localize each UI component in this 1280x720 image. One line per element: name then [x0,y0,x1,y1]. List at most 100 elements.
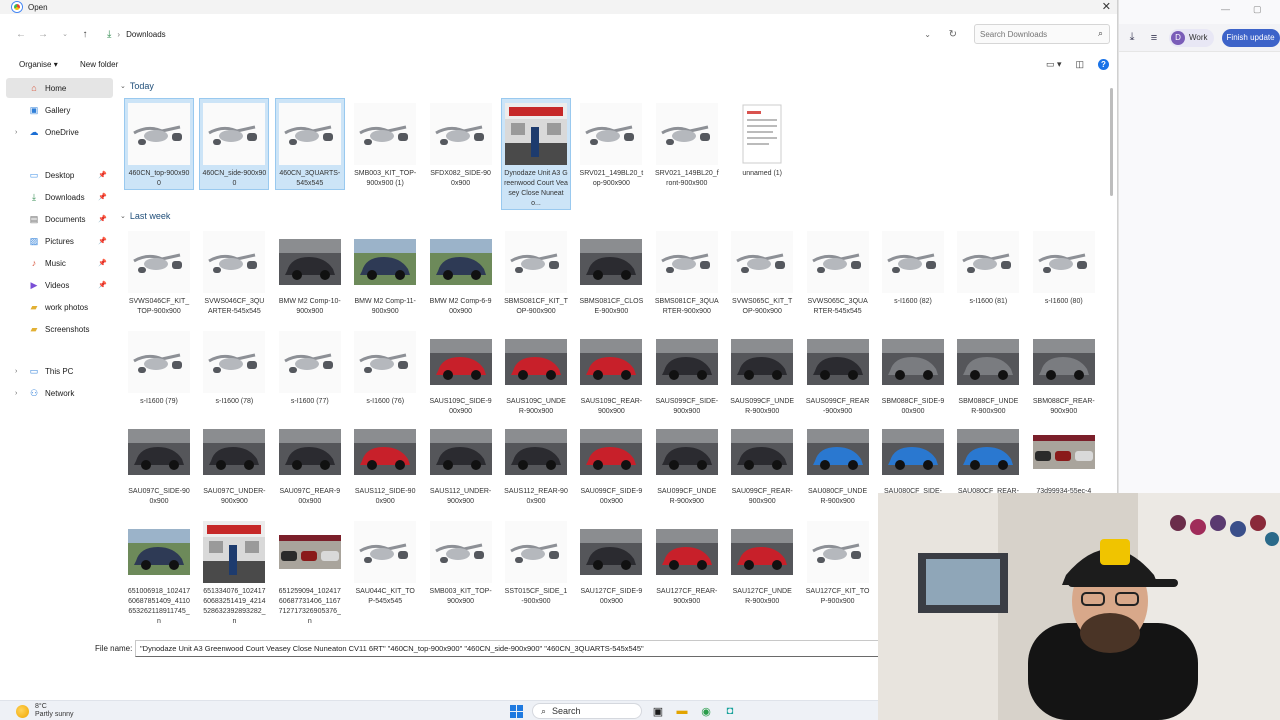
new-folder-button[interactable]: New folder [80,60,118,69]
file-tile-bmw-m2-comp-11-900x900[interactable]: BMW M2 Comp-11-900x900 [350,226,420,318]
file-tile-saus099cf-side-900x900[interactable]: SAUS099CF_SIDE-900x900 [652,326,722,418]
file-tile-sau127cf-kit-top-900x900[interactable]: SAU127CF_KIT_TOP-900x900 [803,516,873,608]
sidebar-item-desktop[interactable]: ▭ Desktop 📌 [6,165,113,185]
file-tile-smb003-kit-top-900x900-1[interactable]: SMB003_KIT_TOP-900x900 (1) [350,98,420,190]
sidebar-item-documents[interactable]: ▤ Documents 📌 [6,209,113,229]
pin-icon[interactable]: 📌 [98,281,107,289]
file-tile-sau080cf-rear[interactable]: SAU080CF_REAR- [953,416,1023,498]
file-tile-sfdx082-side-900x900[interactable]: SFDX082_SIDE-900x900 [426,98,496,190]
file-tile-651006918-10241760687851409-4110653262118911745-n[interactable]: 651006918_10241760687851409_411065326211… [124,516,194,628]
file-tile-saus112-under-900x900[interactable]: SAUS112_UNDER-900x900 [426,416,496,508]
back-arrow-icon[interactable]: ← [10,29,32,40]
sidebar-item-home[interactable]: ⌂ Home [6,78,113,98]
file-tile-sau099cf-rear-900x900[interactable]: SAU099CF_REAR-900x900 [727,416,797,508]
file-tile-s-i1600-76[interactable]: s-I1600 (76) [350,326,420,408]
collapse-chevron-icon[interactable]: ⌄ [120,82,126,90]
app-icon[interactable]: ◘ [722,703,738,719]
breadcrumb[interactable]: ⤓ › Downloads ⌄ ↻ [100,23,968,45]
profile-button[interactable]: D Work [1169,28,1214,47]
refresh-icon[interactable]: ↻ [949,29,957,40]
file-tile-s-i1600-77[interactable]: s-I1600 (77) [275,326,345,408]
file-tile-svws065c-kit-top-900x900[interactable]: SVWS065C_KIT_TOP-900x900 [727,226,797,318]
expand-chevron-icon[interactable]: › [15,129,17,136]
file-tile-s-i1600-79[interactable]: s-I1600 (79) [124,326,194,408]
file-tile-svws046cf-3quarter-545x545[interactable]: SVWS046CF_3QUARTER-545x545 [199,226,269,318]
file-tile-dynodaze-unit-a3-greenwood-court-veasey-close-nuneato[interactable]: Dynodaze Unit A3 Greenwood Court Veasey … [501,98,571,210]
sidebar-item-network[interactable]: › ⚇ Network [6,383,113,403]
file-tile-srv021-149bl20-front-900x900[interactable]: SRV021_149BL20_front-900x900 [652,98,722,190]
file-tile-sau097c-side-900x900[interactable]: SAU097C_SIDE-900x900 [124,416,194,508]
file-tile-saus112-rear-900x900[interactable]: SAUS112_REAR-900x900 [501,416,571,508]
file-tile-sau044c-kit-top-545x545[interactable]: SAU044C_KIT_TOP-545x545 [350,516,420,608]
finish-update-button[interactable]: Finish update [1221,28,1280,47]
file-tile-s-i1600-82[interactable]: s-I1600 (82) [878,226,948,308]
downloads-icon[interactable]: ⤓ [1125,31,1139,45]
recent-chevron-icon[interactable]: ⌄ [54,30,76,38]
taskbar-search[interactable]: ⌕ Search [532,703,642,719]
breadcrumb-current[interactable]: Downloads [126,30,166,39]
file-tile-sau127cf-under-900x900[interactable]: SAU127CF_UNDER-900x900 [727,516,797,608]
task-view-icon[interactable]: ▣ [650,703,666,719]
file-tile-460cn-side-900x900[interactable]: 460CN_side-900x900 [199,98,270,190]
file-tile-460cn-top-900x900[interactable]: 460CN_top-900x900 [124,98,194,190]
sidebar-item-work-photos[interactable]: ▰ work photos [6,297,113,317]
expand-chevron-icon[interactable]: › [15,368,17,375]
preview-pane-icon[interactable]: ◫ [1075,59,1084,70]
organise-button[interactable]: Organise ▾ [19,60,58,69]
file-tile-saus099cf-under-900x900[interactable]: SAUS099CF_UNDER-900x900 [727,326,797,418]
file-tile-sbms081cf-3quarter-900x900[interactable]: SBMS081CF_3QUARTER-900x900 [652,226,722,318]
start-button[interactable] [508,703,524,719]
file-tile-saus112-side-900x900[interactable]: SAUS112_SIDE-900x900 [350,416,420,508]
sidebar-item-videos[interactable]: ▶ Videos 📌 [6,275,113,295]
file-tile-sau080cf-side[interactable]: SAU080CF_SIDE- [878,416,948,498]
expand-chevron-icon[interactable]: › [15,390,17,397]
file-tile-sst015cf-side-1-900x900[interactable]: SST015CF_SIDE_1-900x900 [501,516,571,608]
file-tile-sbm088cf-rear-900x900[interactable]: SBM088CF_REAR-900x900 [1029,326,1099,418]
file-tile-unnamed-1[interactable]: unnamed (1) [727,98,797,180]
sidebar-item-gallery[interactable]: ▣ Gallery [6,100,113,120]
file-tile-s-i1600-78[interactable]: s-I1600 (78) [199,326,269,408]
pin-icon[interactable]: 📌 [98,215,107,223]
file-tile-sbms081cf-kit-top-900x900[interactable]: SBMS081CF_KIT_TOP-900x900 [501,226,571,318]
file-tile-sbm088cf-under-900x900[interactable]: SBM088CF_UNDER-900x900 [953,326,1023,418]
chevron-down-icon[interactable]: ⌄ [924,30,931,39]
file-tile-sau127cf-rear-900x900[interactable]: SAU127CF_REAR-900x900 [652,516,722,608]
sidebar-item-onedrive[interactable]: › ☁ OneDrive [6,122,113,142]
file-tile-460cn-3quarts-545x545[interactable]: 460CN_3QUARTS-545x545 [274,98,345,190]
sidebar-item-pictures[interactable]: ▨ Pictures 📌 [6,231,113,251]
group-header-today[interactable]: ⌄ Today [120,81,154,91]
close-icon[interactable]: ✕ [1102,0,1111,13]
file-tile-sau097c-under-900x900[interactable]: SAU097C_UNDER-900x900 [199,416,269,508]
chrome-icon[interactable]: ◉ [698,703,714,719]
reading-list-icon[interactable]: ≡ [1147,31,1161,45]
sidebar-item-music[interactable]: ♪ Music 📌 [6,253,113,273]
sidebar-item-this-pc[interactable]: › ▭ This PC [6,361,113,381]
search-input[interactable] [980,29,1090,39]
minimize-icon[interactable]: — [1221,4,1230,14]
file-tile-smb003-kit-top-900x900[interactable]: SMB003_KIT_TOP-900x900 [426,516,496,608]
file-tile-651334076-10241760683251419-4214528632392893282-n[interactable]: 651334076_10241760683251419_421452863239… [199,516,269,628]
file-tile-73d99934-55ec-4[interactable]: 73d99934-55ec-4 [1029,416,1099,498]
file-tile-651259094-10241760687731406-1167712717326905376-n[interactable]: 651259094_10241760687731406_116771271732… [275,516,345,628]
forward-arrow-icon[interactable]: → [32,29,54,40]
up-arrow-icon[interactable]: ↑ [74,29,96,40]
file-tile-sau127cf-side-900x900[interactable]: SAU127CF_SIDE-900x900 [576,516,646,608]
file-tile-sbm088cf-side-900x900[interactable]: SBM088CF_SIDE-900x900 [878,326,948,418]
weather-widget[interactable]: 8°C Partly sunny [16,703,74,719]
help-icon[interactable]: ? [1098,58,1109,70]
file-tile-sau099cf-under-900x900[interactable]: SAU099CF_UNDER-900x900 [652,416,722,508]
file-explorer-icon[interactable]: ▬ [674,703,690,719]
scrollbar[interactable] [1110,88,1113,196]
pin-icon[interactable]: 📌 [98,237,107,245]
pin-icon[interactable]: 📌 [98,171,107,179]
file-tile-saus109c-under-900x900[interactable]: SAUS109C_UNDER-900x900 [501,326,571,418]
pin-icon[interactable]: 📌 [98,193,107,201]
file-tile-sbms081cf-close-900x900[interactable]: SBMS081CF_CLOSE-900x900 [576,226,646,318]
maximize-icon[interactable]: ▢ [1253,4,1262,15]
sidebar-item-screenshots[interactable]: ▰ Screenshots [6,319,113,339]
file-tile-bmw-m2-comp-6-900x900[interactable]: BMW M2 Comp-6-900x900 [426,226,496,318]
sidebar-item-downloads[interactable]: ⤓ Downloads 📌 [6,187,113,207]
file-tile-saus109c-side-900x900[interactable]: SAUS109C_SIDE-900x900 [426,326,496,418]
file-tile-sau097c-rear-900x900[interactable]: SAU097C_REAR-900x900 [275,416,345,508]
file-tile-bmw-m2-comp-10-900x900[interactable]: BMW M2 Comp-10-900x900 [275,226,345,318]
